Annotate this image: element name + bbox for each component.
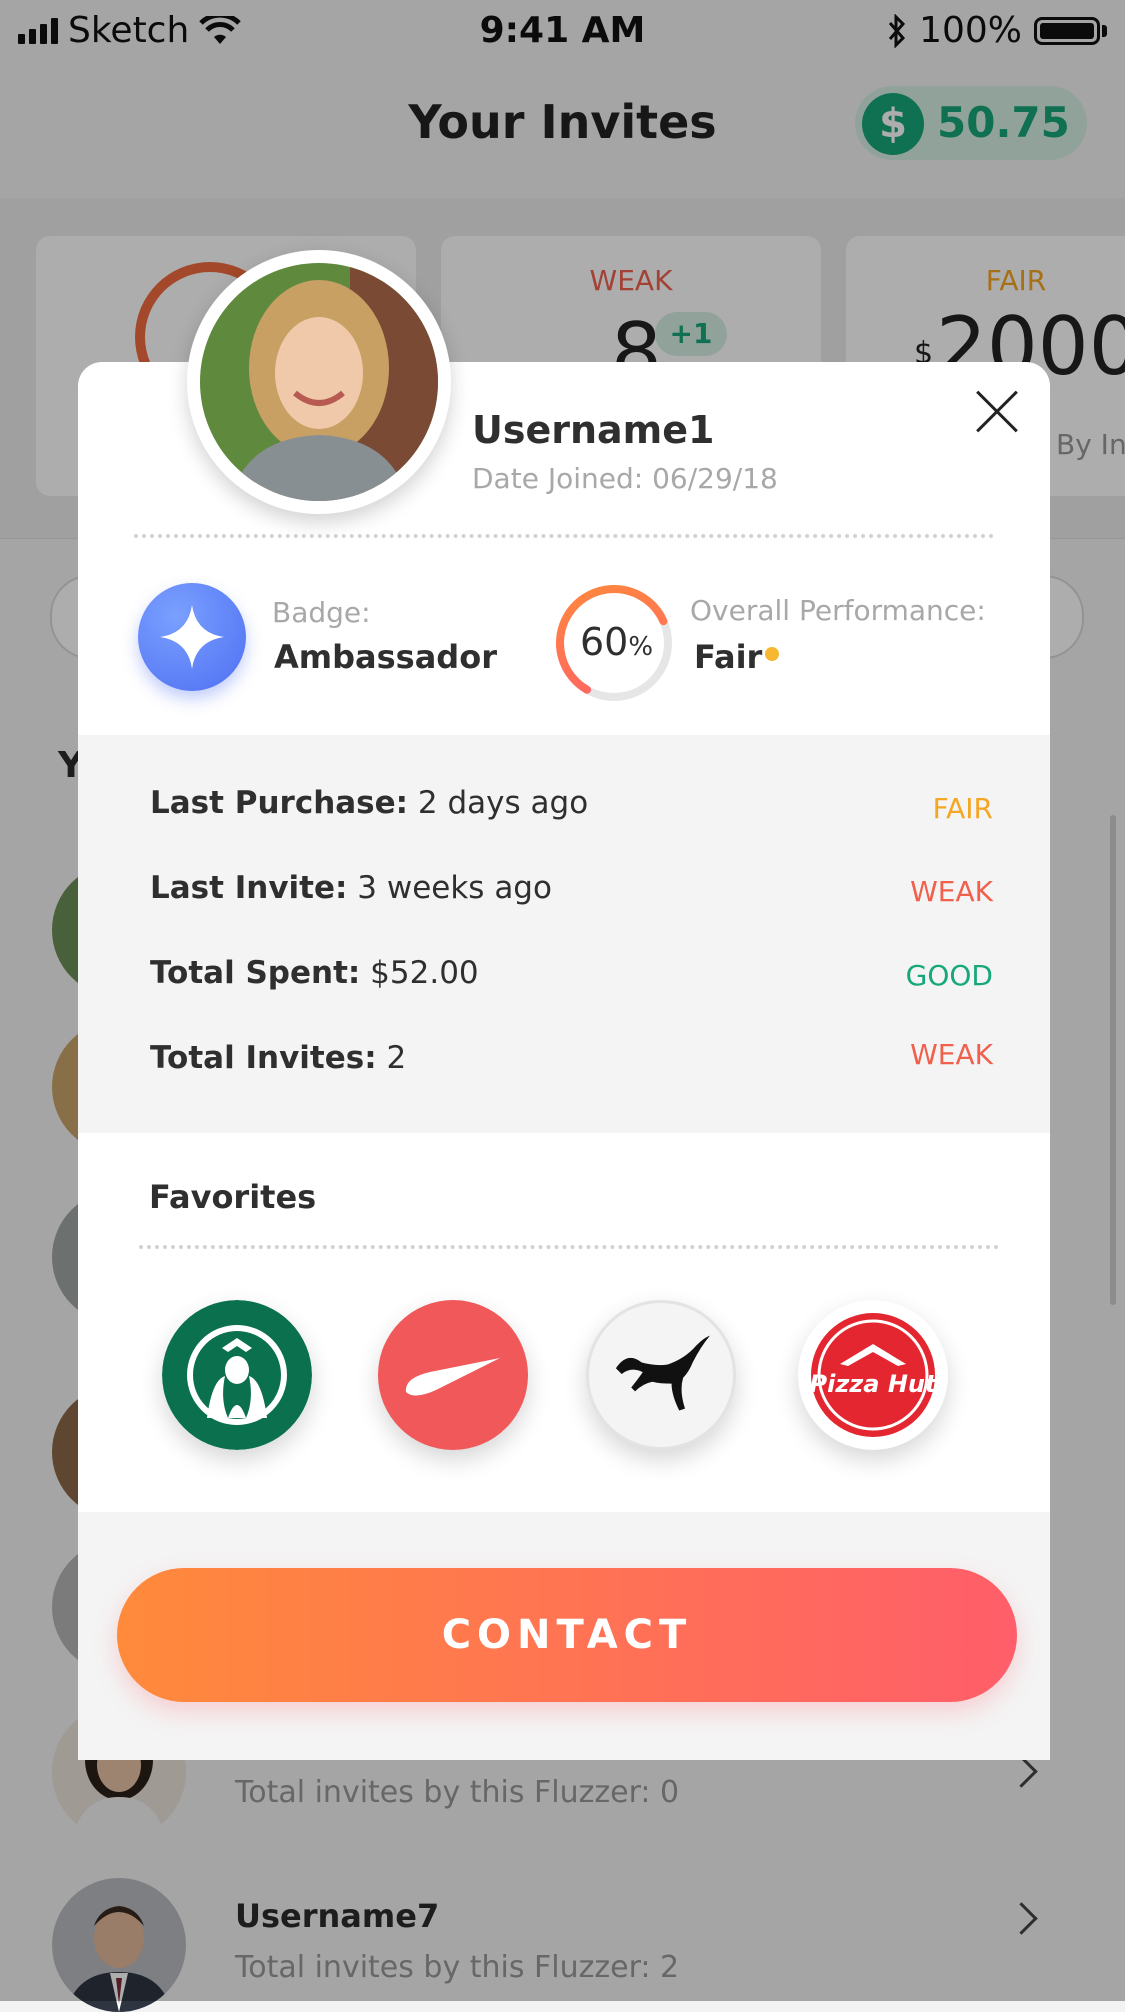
- nike-logo-icon[interactable]: [378, 1300, 528, 1450]
- pizza-hut-logo-icon[interactable]: Pizza Hut: [798, 1300, 948, 1450]
- performance-label: Overall Performance:: [690, 594, 986, 627]
- stat-row-last-purchase: Last Purchase: 2 days ago: [150, 785, 589, 821]
- rating-tag: WEAK: [910, 875, 993, 908]
- contact-button[interactable]: CONTACT: [117, 1568, 1017, 1702]
- rating-tag: WEAK: [910, 1038, 993, 1071]
- performance-percent: 60%: [580, 620, 654, 664]
- avatar: [200, 263, 438, 501]
- stat-row-total-spent: Total Spent: $52.00: [150, 955, 479, 991]
- rating-tag: FAIR: [932, 792, 993, 825]
- svg-text:Pizza Hut: Pizza Hut: [810, 1370, 938, 1398]
- close-icon[interactable]: [975, 390, 1019, 434]
- rating-tag: GOOD: [905, 959, 993, 992]
- badge-value: Ambassador: [274, 638, 497, 676]
- favorites-title: Favorites: [149, 1178, 317, 1216]
- divider: [139, 1245, 999, 1249]
- badge-label: Badge:: [272, 596, 371, 629]
- status-dot: [765, 647, 779, 661]
- starbucks-logo-icon[interactable]: [162, 1300, 312, 1450]
- modal-username: Username1: [472, 408, 715, 452]
- stat-row-total-invites: Total Invites: 2: [150, 1040, 407, 1076]
- divider: [134, 534, 994, 538]
- performance-value: Fair: [694, 638, 763, 676]
- date-joined: Date Joined: 06/29/18: [472, 462, 778, 495]
- badge-icon: [138, 583, 246, 691]
- stat-row-last-invite: Last Invite: 3 weeks ago: [150, 870, 552, 906]
- puma-logo-icon[interactable]: [586, 1300, 736, 1450]
